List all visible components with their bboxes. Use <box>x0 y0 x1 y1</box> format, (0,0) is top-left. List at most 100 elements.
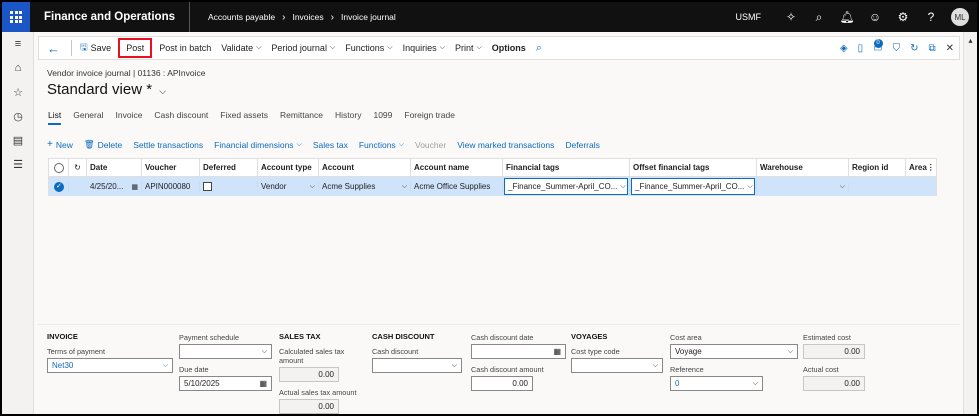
calendar-icon[interactable]: ▦ <box>553 347 561 356</box>
cell-account-type[interactable]: Vendor ⌵ <box>258 182 319 191</box>
cash-discount-field[interactable]: ⌵ <box>372 358 462 373</box>
calculated-sales-tax-label: Calculated sales tax amount <box>279 347 345 365</box>
tab-1099[interactable]: 1099 <box>373 110 392 125</box>
calendar-icon[interactable]: ▦ <box>259 379 267 388</box>
action-search-icon[interactable]: ⌕ <box>531 37 547 59</box>
refresh-grid-icon[interactable]: ↻ <box>69 159 87 176</box>
refresh-icon[interactable]: ↻ <box>910 43 918 54</box>
options-tab[interactable]: Options <box>487 37 531 59</box>
column-header-financial-tags[interactable]: Financial tags <box>503 159 630 176</box>
cost-type-code-field[interactable]: ⌵ <box>571 358 663 373</box>
tab-invoice[interactable]: Invoice <box>115 110 142 125</box>
column-header-date[interactable]: Date <box>87 159 142 176</box>
cell-offset-financial-tags[interactable]: _Finance_Summer-April_CO... ⌵ <box>630 178 757 195</box>
cell-financial-tags[interactable]: _Finance_Summer-April_CO... ⌵ <box>503 178 630 195</box>
column-header-area[interactable]: Area ⋮ <box>906 159 934 176</box>
view-marked-transactions-button[interactable]: View marked transactions <box>457 140 554 150</box>
breadcrumb-accounts-payable[interactable]: Accounts payable <box>208 12 275 22</box>
copilot-icon[interactable]: ✧ <box>777 2 805 32</box>
period-journal-menu[interactable]: Period journal ⌵ <box>266 37 340 59</box>
cash-discount-date-field[interactable]: ▦ <box>471 344 566 359</box>
office-icon[interactable]: ▯ <box>858 43 864 54</box>
voucher-button[interactable]: Voucher <box>415 140 446 150</box>
favorites-star-icon[interactable]: ☆ <box>2 80 34 104</box>
select-all-radio[interactable] <box>49 159 69 176</box>
calendar-icon[interactable]: ▦ <box>131 183 138 191</box>
column-header-warehouse[interactable]: Warehouse <box>757 159 849 176</box>
hamburger-menu-icon[interactable]: ≡ <box>2 32 34 56</box>
save-icon: 🖫︎ <box>80 42 88 52</box>
tab-history[interactable]: History <box>335 110 361 125</box>
deferred-checkbox[interactable] <box>203 182 212 191</box>
scroll-up-icon[interactable]: ▴ <box>964 36 977 45</box>
due-date-field[interactable]: 5/10/2025 ▦ <box>179 376 272 391</box>
column-header-account-type[interactable]: Account type <box>258 159 319 176</box>
close-icon[interactable]: ✕ <box>946 43 954 54</box>
reference-field[interactable]: 0 ⌵ <box>670 376 763 391</box>
home-icon[interactable]: ⌂ <box>2 56 34 80</box>
deferrals-button[interactable]: Deferrals <box>565 140 599 150</box>
column-header-region-id[interactable]: Region id <box>849 159 906 176</box>
new-button[interactable]: + New <box>47 139 73 150</box>
recent-clock-icon[interactable]: ◷ <box>2 104 34 128</box>
view-selector[interactable]: Standard view * ⌵ <box>47 81 166 98</box>
tab-cash-discount[interactable]: Cash discount <box>154 110 208 125</box>
row-select-radio[interactable] <box>49 181 69 192</box>
payment-schedule-field[interactable]: ⌵ <box>179 344 272 359</box>
settle-transactions-button[interactable]: Settle transactions <box>133 140 203 150</box>
grid-functions-menu[interactable]: Functions ⌵ <box>359 140 404 150</box>
power-apps-icon[interactable]: ◈ <box>840 43 848 54</box>
sales-tax-button[interactable]: Sales tax <box>313 140 348 150</box>
cell-account-name[interactable]: Acme Office Supplies <box>411 182 503 191</box>
avatar[interactable]: ML <box>951 8 969 26</box>
tab-foreign-trade[interactable]: Foreign trade <box>404 110 455 125</box>
cell-date[interactable]: 4/25/20... ▦ <box>87 182 142 191</box>
post-button[interactable]: Post <box>118 38 153 58</box>
cell-warehouse[interactable]: ⌵ <box>757 182 849 191</box>
notifications-icon[interactable]: 🔔︎ <box>833 2 861 32</box>
column-header-account[interactable]: Account <box>319 159 411 176</box>
column-header-account-name[interactable]: Account name <box>411 159 503 176</box>
column-header-offset-financial-tags[interactable]: Offset financial tags <box>630 159 757 176</box>
feedback-icon[interactable]: ☺ <box>861 2 889 32</box>
terms-of-payment-field[interactable]: Net30 ⌵ <box>47 358 173 373</box>
filter-icon[interactable]: ⛉ <box>893 43 901 54</box>
app-title[interactable]: Finance and Operations <box>30 2 190 32</box>
help-icon[interactable]: ? <box>917 2 945 32</box>
column-header-deferred[interactable]: Deferred <box>200 159 258 176</box>
modules-list-icon[interactable]: ☰ <box>2 152 34 176</box>
tab-remittance[interactable]: Remittance <box>280 110 323 125</box>
breadcrumb-invoice-journal[interactable]: Invoice journal <box>341 12 396 22</box>
validate-menu[interactable]: Validate ⌵ <box>216 37 266 59</box>
column-header-voucher[interactable]: Voucher <box>142 159 200 176</box>
open-new-window-icon[interactable]: ⧉ <box>928 43 935 54</box>
workspaces-icon[interactable]: ▤ <box>2 128 34 152</box>
search-icon[interactable]: ⌕ <box>805 2 833 32</box>
cell-account[interactable]: Acme Supplies ⌵ <box>319 182 411 191</box>
settings-gear-icon[interactable]: ⚙ <box>889 2 917 32</box>
cell-deferred[interactable] <box>200 182 258 191</box>
attachments-icon[interactable]: ▭ 0 <box>873 38 883 54</box>
tab-fixed-assets[interactable]: Fixed assets <box>220 110 268 125</box>
app-window: Finance and Operations Accounts payable … <box>2 2 977 414</box>
print-menu[interactable]: Print ⌵ <box>450 37 487 59</box>
save-button[interactable]: 🖫︎ Save <box>75 37 116 59</box>
tab-general[interactable]: General <box>73 110 103 125</box>
cell-voucher[interactable]: APIN000080 <box>142 182 200 191</box>
functions-menu[interactable]: Functions ⌵ <box>340 37 397 59</box>
more-options-icon[interactable]: ⋮ <box>927 163 934 172</box>
app-launcher-icon[interactable] <box>2 2 30 32</box>
tab-list[interactable]: List <box>48 110 62 125</box>
post-in-batch-button[interactable]: Post in batch <box>154 37 216 59</box>
company-picker[interactable]: USMF <box>736 12 762 22</box>
journal-lines-grid: ↻ Date Voucher Deferred Account type Acc… <box>48 158 937 196</box>
inquiries-menu[interactable]: Inquiries ⌵ <box>398 37 450 59</box>
financial-dimensions-menu[interactable]: Financial dimensions ⌵ <box>214 140 302 150</box>
cost-area-field[interactable]: Voyage ⌵ <box>670 344 798 359</box>
table-row[interactable]: 4/25/20...▦ APIN000080 Vendor⌵ Acme Supp… <box>49 177 936 196</box>
breadcrumb-invoices[interactable]: Invoices <box>292 12 323 22</box>
delete-button[interactable]: 🗑︎ Delete <box>84 139 122 150</box>
cash-discount-amount-field[interactable]: 0.00 <box>471 376 533 391</box>
right-scroll-rail[interactable]: ▴ <box>963 32 977 414</box>
back-arrow-icon[interactable]: ← <box>39 37 68 59</box>
